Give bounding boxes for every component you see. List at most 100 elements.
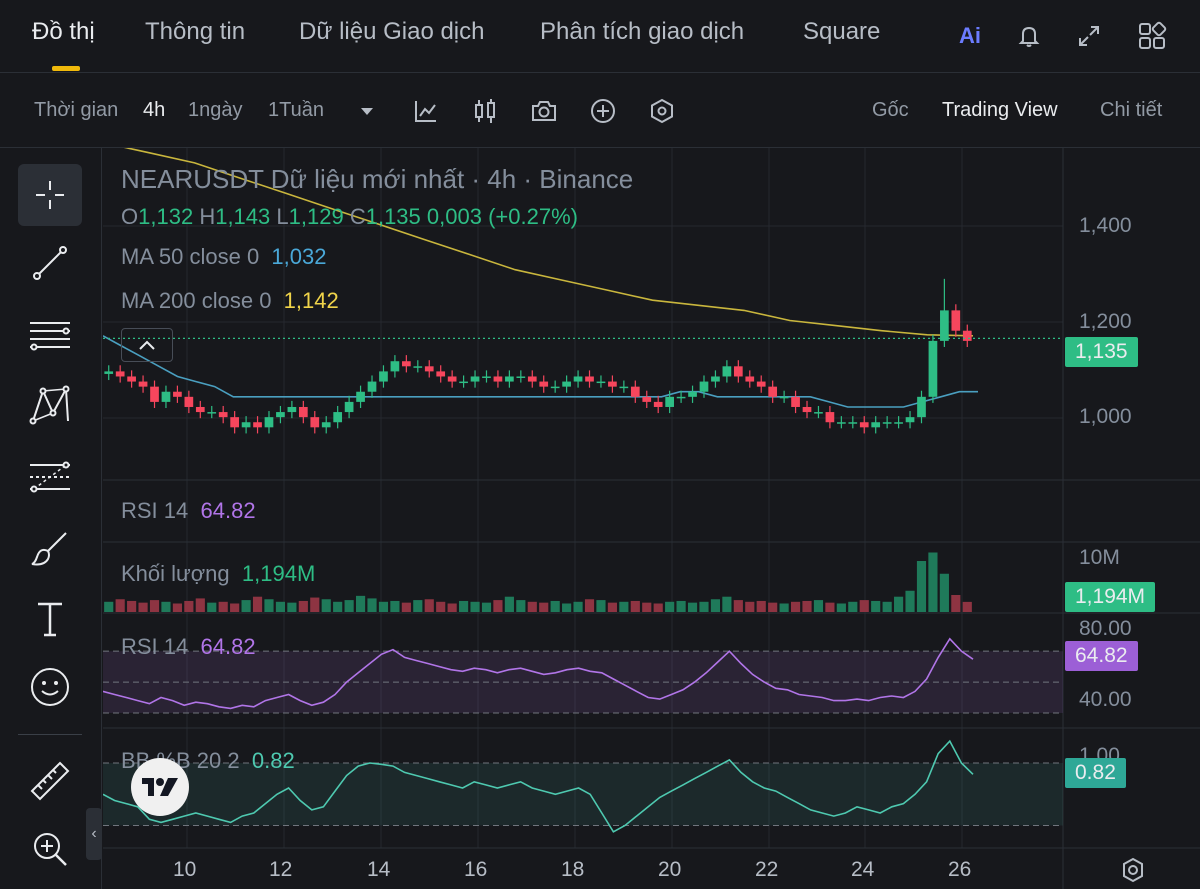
- collapse-legend-button[interactable]: [121, 328, 173, 362]
- active-tab-indicator: [52, 66, 80, 71]
- bb-badge: 0.82: [1065, 758, 1126, 788]
- interval-4h[interactable]: 4h: [143, 99, 165, 122]
- candle-body: [585, 376, 594, 382]
- volume-bar: [321, 599, 331, 612]
- brush-icon[interactable]: [18, 518, 82, 580]
- volume-badge: 1,194M: [1065, 582, 1156, 612]
- candle-body: [344, 401, 354, 413]
- zoom-in-icon[interactable]: [18, 818, 82, 880]
- candle-body: [264, 417, 274, 428]
- volume-bar: [207, 602, 217, 612]
- text-icon[interactable]: [18, 588, 82, 650]
- dropdown-caret-icon[interactable]: [352, 96, 382, 126]
- candle-body: [848, 422, 858, 424]
- candle-body: [745, 376, 755, 382]
- candle-body: [470, 376, 480, 382]
- expand-icon[interactable]: [1071, 18, 1107, 54]
- chart-area[interactable]: NEARUSDT Dữ liệu mới nhất · 4h · Binance…: [103, 148, 1200, 889]
- rsi-label: RSI 14: [121, 498, 189, 523]
- volume-bar: [916, 561, 927, 612]
- tab-info[interactable]: Thông tin: [145, 18, 245, 46]
- ruler-icon[interactable]: [18, 750, 82, 812]
- settings-hex-icon[interactable]: [647, 96, 677, 126]
- volume-bar: [745, 601, 755, 612]
- chart-toolbar: Thời gian 4h 1ngày 1Tuần Gốc Trading Vie…: [0, 74, 1200, 148]
- candle-body: [894, 422, 903, 424]
- rsi-value: 64.82: [200, 498, 256, 523]
- volume-bar: [149, 600, 160, 612]
- low-label: L: [276, 204, 289, 229]
- ai-icon[interactable]: Ai: [952, 18, 988, 54]
- add-icon[interactable]: [588, 96, 618, 126]
- low-value: 1,129: [288, 204, 344, 229]
- rsi-axis-tick: 40.00: [1079, 688, 1132, 711]
- volume-bar: [470, 601, 480, 612]
- volume-bar: [584, 599, 595, 612]
- candle-body: [539, 381, 549, 387]
- volume-bar: [630, 600, 640, 612]
- high-value: 1,143: [215, 204, 271, 229]
- candle-body: [310, 417, 320, 428]
- candle-body: [859, 422, 869, 428]
- volume-bar: [230, 603, 240, 612]
- crosshair-icon[interactable]: [18, 164, 82, 226]
- volume-bar: [367, 598, 377, 612]
- measure-lines-icon[interactable]: [18, 446, 82, 508]
- emoji-icon[interactable]: [18, 656, 82, 718]
- collapse-sidebar-button[interactable]: ‹: [86, 808, 102, 860]
- tab-trading-data[interactable]: Dữ liệu Giao dịch: [299, 18, 484, 46]
- open-value: 1,132: [138, 204, 194, 229]
- candle-body: [905, 417, 915, 423]
- indicators-icon[interactable]: [411, 96, 441, 126]
- view-detail[interactable]: Chi tiết: [1100, 99, 1162, 122]
- change-value: 0,003 (+0.27%): [426, 204, 578, 229]
- view-tradingview[interactable]: Trading View: [942, 99, 1058, 122]
- bell-icon[interactable]: [1011, 18, 1047, 54]
- candle-body: [241, 422, 251, 428]
- candle-body: [173, 391, 182, 397]
- candle-body: [115, 371, 125, 377]
- rsi-badge: 64.82: [1065, 641, 1138, 671]
- interval-1d[interactable]: 1ngày: [188, 99, 243, 122]
- volume-bar: [310, 597, 320, 612]
- candle-body: [814, 412, 823, 414]
- candle-body: [573, 376, 583, 382]
- candle-body: [962, 330, 972, 341]
- volume-bar: [676, 600, 686, 612]
- candle-body: [413, 366, 423, 368]
- candle-body: [527, 376, 537, 382]
- volume-bar: [161, 601, 171, 612]
- camera-icon[interactable]: [529, 96, 559, 126]
- volume-bar: [951, 595, 961, 612]
- candle-body: [287, 406, 297, 413]
- tab-chart[interactable]: Đồ thị: [32, 18, 95, 46]
- candle-body: [276, 412, 285, 418]
- candle-body: [711, 376, 720, 382]
- volume-bar: [344, 600, 354, 612]
- candle-body: [779, 396, 789, 399]
- candle-body: [321, 422, 331, 428]
- volume-bar: [699, 601, 709, 612]
- ai-icon-label: Ai: [959, 23, 981, 48]
- candle-body: [699, 381, 709, 392]
- price-axis-tick: 1,000: [1079, 405, 1132, 428]
- volume-bar: [390, 600, 400, 612]
- volume-bar: [665, 601, 675, 612]
- bb-axis-tick: 1.00: [1079, 744, 1120, 758]
- volume-bar: [104, 601, 114, 612]
- pattern-icon[interactable]: [18, 374, 82, 436]
- volume-bar: [241, 600, 251, 612]
- volume-bar: [848, 601, 858, 612]
- chart-settings-gear-icon[interactable]: [1115, 852, 1151, 888]
- time-axis-tick: 18: [561, 858, 585, 881]
- trendline-icon[interactable]: [18, 232, 82, 294]
- tab-square[interactable]: Square: [803, 18, 880, 46]
- grid-apps-icon[interactable]: [1134, 18, 1170, 54]
- tab-trading-analysis[interactable]: Phân tích giao dịch: [540, 18, 744, 46]
- candle-type-icon[interactable]: [470, 96, 500, 126]
- volume-bar: [642, 602, 652, 612]
- view-original[interactable]: Gốc: [872, 99, 909, 122]
- fib-lines-icon[interactable]: [18, 305, 82, 367]
- interval-1w[interactable]: 1Tuần: [268, 99, 324, 122]
- last-price-badge: 1,135: [1065, 337, 1138, 367]
